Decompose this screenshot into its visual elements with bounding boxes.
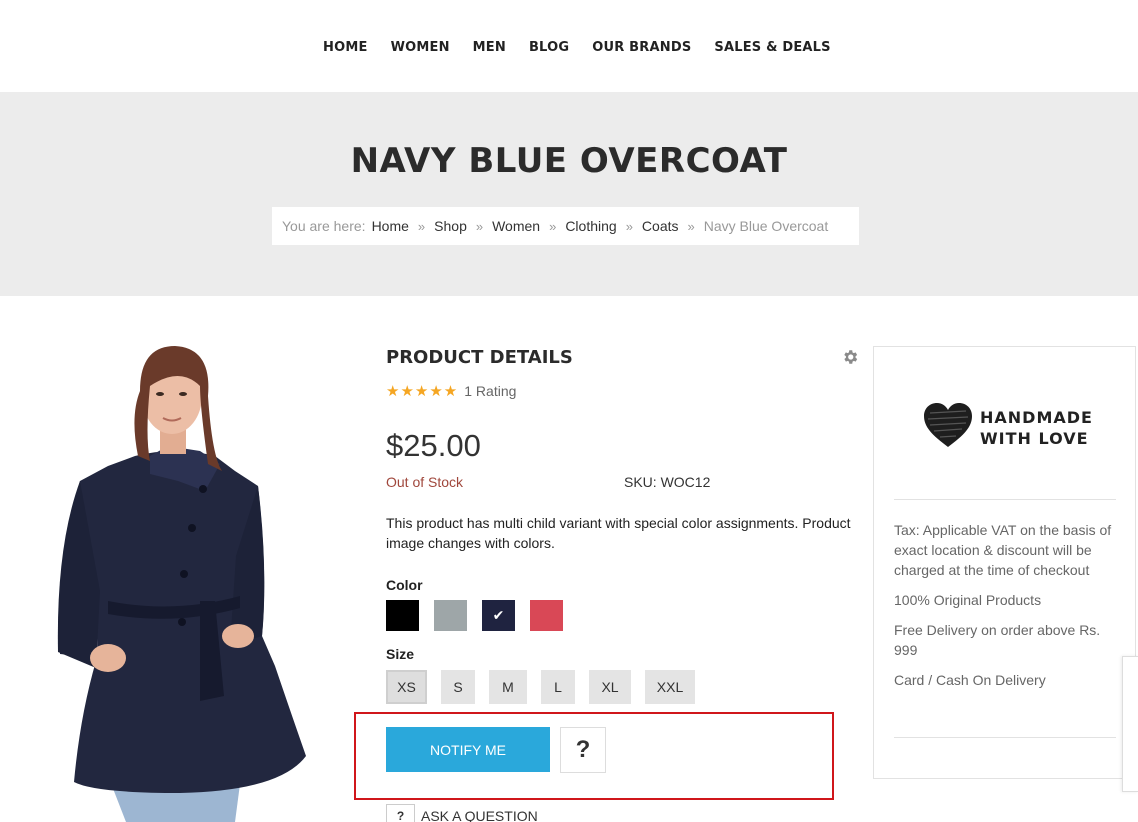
nav-menu: HOME WOMEN MEN BLOG OUR BRANDS SALES & DEALS: [323, 40, 854, 55]
question-button[interactable]: ?: [560, 727, 606, 773]
notify-me-button[interactable]: NOTIFY ME: [386, 727, 550, 772]
breadcrumb-link[interactable]: Home: [372, 218, 409, 234]
check-icon: ✔: [492, 607, 505, 623]
page-title: NAVY BLUE OVERCOAT: [350, 141, 788, 181]
breadcrumb: You are here: Home » Shop » Women » Clothing » C…: [272, 207, 859, 245]
size-option[interactable]: XS: [386, 670, 427, 704]
color-swatch[interactable]: [386, 600, 419, 631]
logo-text: HANDMADE WITH LOVE: [980, 407, 1093, 449]
breadcrumb-link[interactable]: Women: [492, 218, 540, 234]
info-item: 100% Original Products: [894, 592, 1042, 608]
size-label: Size: [386, 646, 415, 662]
sku: SKU: WOC12: [624, 474, 711, 490]
color-swatches: ✔: [386, 600, 578, 631]
logo-line-2: WITH LOVE: [980, 429, 1089, 448]
star-rating-icon: ★★★★★: [386, 383, 459, 400]
info-item: Free Delivery on order above Rs. 999: [894, 622, 1101, 658]
breadcrumb-separator-icon: »: [475, 218, 484, 234]
rating: ★★★★★ 1 Rating: [386, 382, 516, 400]
breadcrumb-separator-icon: »: [417, 218, 426, 234]
color-label: Color: [386, 577, 423, 593]
store-info: Tax: Applicable VAT on the basis of exac…: [894, 520, 1116, 700]
size-option[interactable]: S: [441, 670, 475, 704]
size-options: XS S M L XL XXL: [386, 670, 709, 704]
size-option[interactable]: XXL: [645, 670, 695, 704]
nav-item[interactable]: WOMEN: [391, 40, 450, 55]
color-swatch[interactable]: ✔: [482, 600, 515, 631]
model-photo: [57, 346, 307, 822]
section-title: PRODUCT DETAILS: [386, 347, 573, 368]
stock-status: Out of Stock: [386, 474, 464, 490]
handmade-logo: HANDMADE WITH LOVE: [922, 399, 1092, 449]
product-description: This product has multi child variant wit…: [386, 515, 851, 551]
ask-question-label: ASK A QUESTION: [421, 808, 538, 822]
breadcrumb-separator-icon: »: [549, 218, 557, 234]
question-icon: ?: [386, 804, 415, 822]
breadcrumb-separator-icon: »: [625, 218, 633, 234]
question-icon: ?: [575, 736, 591, 763]
rating-link[interactable]: 1 Rating: [464, 383, 516, 399]
nav-item[interactable]: MEN: [473, 40, 506, 55]
breadcrumb-link[interactable]: Shop: [434, 218, 467, 234]
breadcrumb-link[interactable]: Clothing: [565, 218, 616, 234]
info-item: Tax: Applicable VAT on the basis of exac…: [894, 522, 1112, 578]
heart-icon: [924, 403, 972, 447]
size-option[interactable]: XL: [589, 670, 631, 704]
price: $25.00: [386, 428, 481, 463]
size-option[interactable]: L: [541, 670, 575, 704]
gear-icon[interactable]: [841, 348, 859, 366]
breadcrumb-current: Navy Blue Overcoat: [703, 218, 829, 234]
product-image[interactable]: [0, 296, 340, 822]
breadcrumb-separator-icon: »: [687, 218, 695, 234]
logo-line-1: HANDMADE: [980, 408, 1093, 427]
nav-item[interactable]: OUR BRANDS: [592, 40, 691, 55]
breadcrumb-link[interactable]: Coats: [642, 218, 679, 234]
size-option[interactable]: M: [489, 670, 527, 704]
color-swatch[interactable]: [530, 600, 563, 631]
info-item: Card / Cash On Delivery: [894, 672, 1046, 688]
color-swatch[interactable]: [434, 600, 467, 631]
divider: [894, 737, 1116, 738]
ask-question-link[interactable]: ? ASK A QUESTION: [386, 804, 538, 822]
info-sidebar: HANDMADE WITH LOVE Tax: Applicable VAT o…: [873, 346, 1136, 779]
side-tab[interactable]: [1122, 656, 1138, 792]
nav-item[interactable]: SALES & DEALS: [714, 40, 830, 55]
breadcrumb-prefix: You are here:: [282, 218, 366, 234]
page-banner: NAVY BLUE OVERCOAT You are here: Home » Sh…: [0, 92, 1138, 296]
top-navigation: HOME WOMEN MEN BLOG OUR BRANDS SALES & DEALS: [0, 0, 1138, 92]
divider: [894, 499, 1116, 500]
nav-item[interactable]: HOME: [323, 40, 368, 55]
nav-item[interactable]: BLOG: [529, 40, 569, 55]
